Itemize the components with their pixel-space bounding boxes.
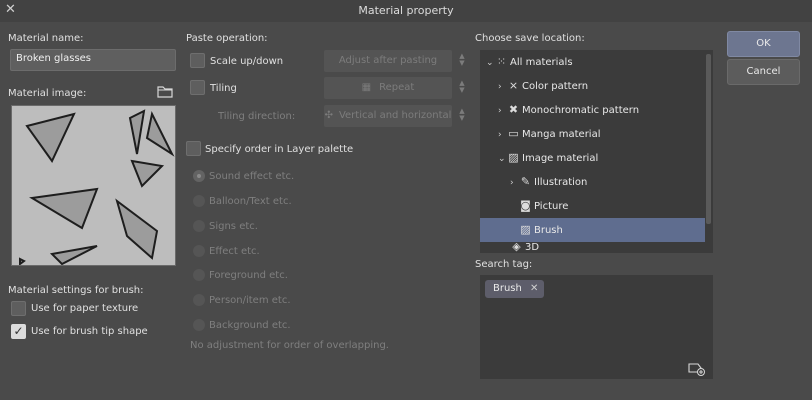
tree-item-monochromatic-pattern[interactable]: › ✖ Monochromatic pattern — [480, 98, 713, 122]
chevron-down-icon[interactable]: ⌄ — [498, 147, 507, 171]
chevron-right-icon[interactable]: › — [510, 171, 519, 195]
paste-operation-label: Paste operation: — [186, 33, 268, 44]
tree-scrollbar[interactable] — [706, 54, 711, 224]
order-radio-signs[interactable] — [193, 220, 205, 232]
chevron-right-icon[interactable]: › — [498, 75, 507, 99]
order-option-label: Sound effect etc. — [209, 171, 295, 182]
tree-item-label: Monochromatic pattern — [522, 105, 640, 116]
tree-item-label: 3D — [525, 242, 540, 253]
save-location-tree[interactable]: ⌄ ⁙ All materials › ⨯ Color pattern › ✖ Monoch… — [480, 50, 713, 253]
tree-item-manga-material[interactable]: › ▭ Manga material — [480, 122, 713, 146]
tiling-spinner-icon[interactable]: ▲ ▼ — [457, 80, 467, 94]
tree-item-illustration[interactable]: › ✎ Illustration — [480, 170, 713, 194]
material-image-preview — [11, 105, 176, 266]
scale-spinner-icon[interactable]: ▲ ▼ — [457, 53, 467, 67]
tiling-dropdown-value: Repeat — [379, 82, 415, 93]
scale-checkbox[interactable] — [190, 53, 205, 68]
order-radio-person-item[interactable] — [193, 294, 205, 306]
tag-chip-brush[interactable]: Brush ✕ — [485, 280, 545, 298]
folder-open-icon[interactable] — [157, 84, 173, 101]
material-name-label: Material name: — [8, 33, 84, 44]
tree-item-label: Manga material — [522, 129, 601, 140]
order-option-label: Background etc. — [209, 320, 291, 331]
repeat-icon: ▦ — [361, 82, 372, 93]
paper-texture-label: Use for paper texture — [31, 303, 139, 314]
material-name-input[interactable]: Broken glasses — [10, 49, 176, 71]
chevron-right-icon[interactable]: › — [498, 123, 507, 147]
order-option-label: Foreground etc. — [209, 270, 288, 281]
tiling-direction-spinner-icon[interactable]: ▲ ▼ — [457, 108, 467, 122]
order-radio-balloon-text[interactable] — [193, 195, 205, 207]
order-radio-effect[interactable] — [193, 245, 205, 257]
illustration-icon: ✎ — [520, 175, 531, 188]
tiling-direction-dropdown[interactable]: ✣ Vertical and horizontal — [324, 105, 452, 127]
save-location-label: Choose save location: — [475, 33, 585, 44]
tree-item-label: Picture — [534, 201, 569, 212]
order-radio-foreground[interactable] — [193, 269, 205, 281]
tiling-dropdown[interactable]: ▦ Repeat — [324, 77, 452, 99]
order-option-label: Signs etc. — [209, 221, 258, 232]
paper-texture-checkbox[interactable] — [11, 301, 26, 316]
tree-item-all-materials[interactable]: ⌄ ⁙ All materials — [480, 50, 713, 74]
tree-item-color-pattern[interactable]: › ⨯ Color pattern — [480, 74, 713, 98]
manga-material-icon: ▭ — [508, 127, 519, 140]
tree-item-label: Brush — [534, 225, 563, 236]
order-option-label: Person/item etc. — [209, 295, 291, 306]
color-pattern-icon: ⨯ — [508, 79, 519, 92]
tree-item-label: Color pattern — [522, 81, 589, 92]
tree-item-label: Image material — [522, 153, 599, 164]
add-tag-icon[interactable] — [688, 362, 706, 379]
tag-chip-label: Brush — [493, 283, 522, 294]
specify-order-label: Specify order in Layer palette — [205, 144, 354, 155]
tree-item-label: All materials — [510, 57, 573, 68]
order-radio-background[interactable] — [193, 319, 205, 331]
monochromatic-pattern-icon: ✖ — [508, 103, 519, 116]
window-title: Material property — [358, 4, 454, 17]
tiling-direction-label: Tiling direction: — [218, 111, 296, 122]
order-radio-sound-effect[interactable] — [193, 170, 205, 182]
brush-tip-checkbox[interactable]: ✓ — [11, 324, 26, 339]
3d-icon: ◈ — [512, 242, 521, 252]
picture-icon: ◙ — [520, 199, 531, 212]
tiling-direction-value: Vertical and horizontal — [338, 110, 452, 121]
brush-icon: ▨ — [520, 223, 531, 236]
scale-dropdown[interactable]: Adjust after pasting — [324, 50, 452, 72]
specify-order-checkbox[interactable] — [186, 141, 201, 156]
image-material-icon: ▨ — [508, 151, 519, 164]
chevron-down-icon[interactable]: ⌄ — [486, 51, 495, 75]
broken-glass-shards-image — [19, 109, 175, 266]
tree-item-label: Illustration — [534, 177, 588, 188]
tag-remove-icon[interactable]: ✕ — [530, 283, 538, 294]
ok-button[interactable]: OK — [727, 31, 800, 57]
brush-settings-label: Material settings for brush: — [8, 285, 144, 296]
tree-item-picture[interactable]: ◙ Picture — [480, 194, 713, 218]
brush-tip-label: Use for brush tip shape — [31, 326, 148, 337]
order-note: No adjustment for order of overlapping. — [190, 340, 389, 351]
direction-icon: ✣ — [324, 110, 333, 121]
all-materials-icon: ⁙ — [496, 55, 507, 68]
chevron-right-icon[interactable]: › — [498, 99, 507, 123]
tree-item-image-material[interactable]: ⌄ ▨ Image material — [480, 146, 713, 170]
order-option-label: Balloon/Text etc. — [209, 196, 292, 207]
scale-label: Scale up/down — [210, 56, 284, 67]
order-option-label: Effect etc. — [209, 246, 260, 257]
tree-item-3d[interactable]: ◈ 3D — [480, 242, 713, 252]
material-image-label: Material image: — [8, 88, 87, 99]
cancel-button[interactable]: Cancel — [727, 59, 800, 85]
tiling-checkbox[interactable] — [190, 80, 205, 95]
search-tag-label: Search tag: — [475, 259, 533, 270]
tiling-label: Tiling — [210, 83, 237, 94]
search-tag-box[interactable]: Brush ✕ — [480, 275, 713, 379]
tree-item-brush[interactable]: ▨ Brush — [480, 218, 705, 242]
